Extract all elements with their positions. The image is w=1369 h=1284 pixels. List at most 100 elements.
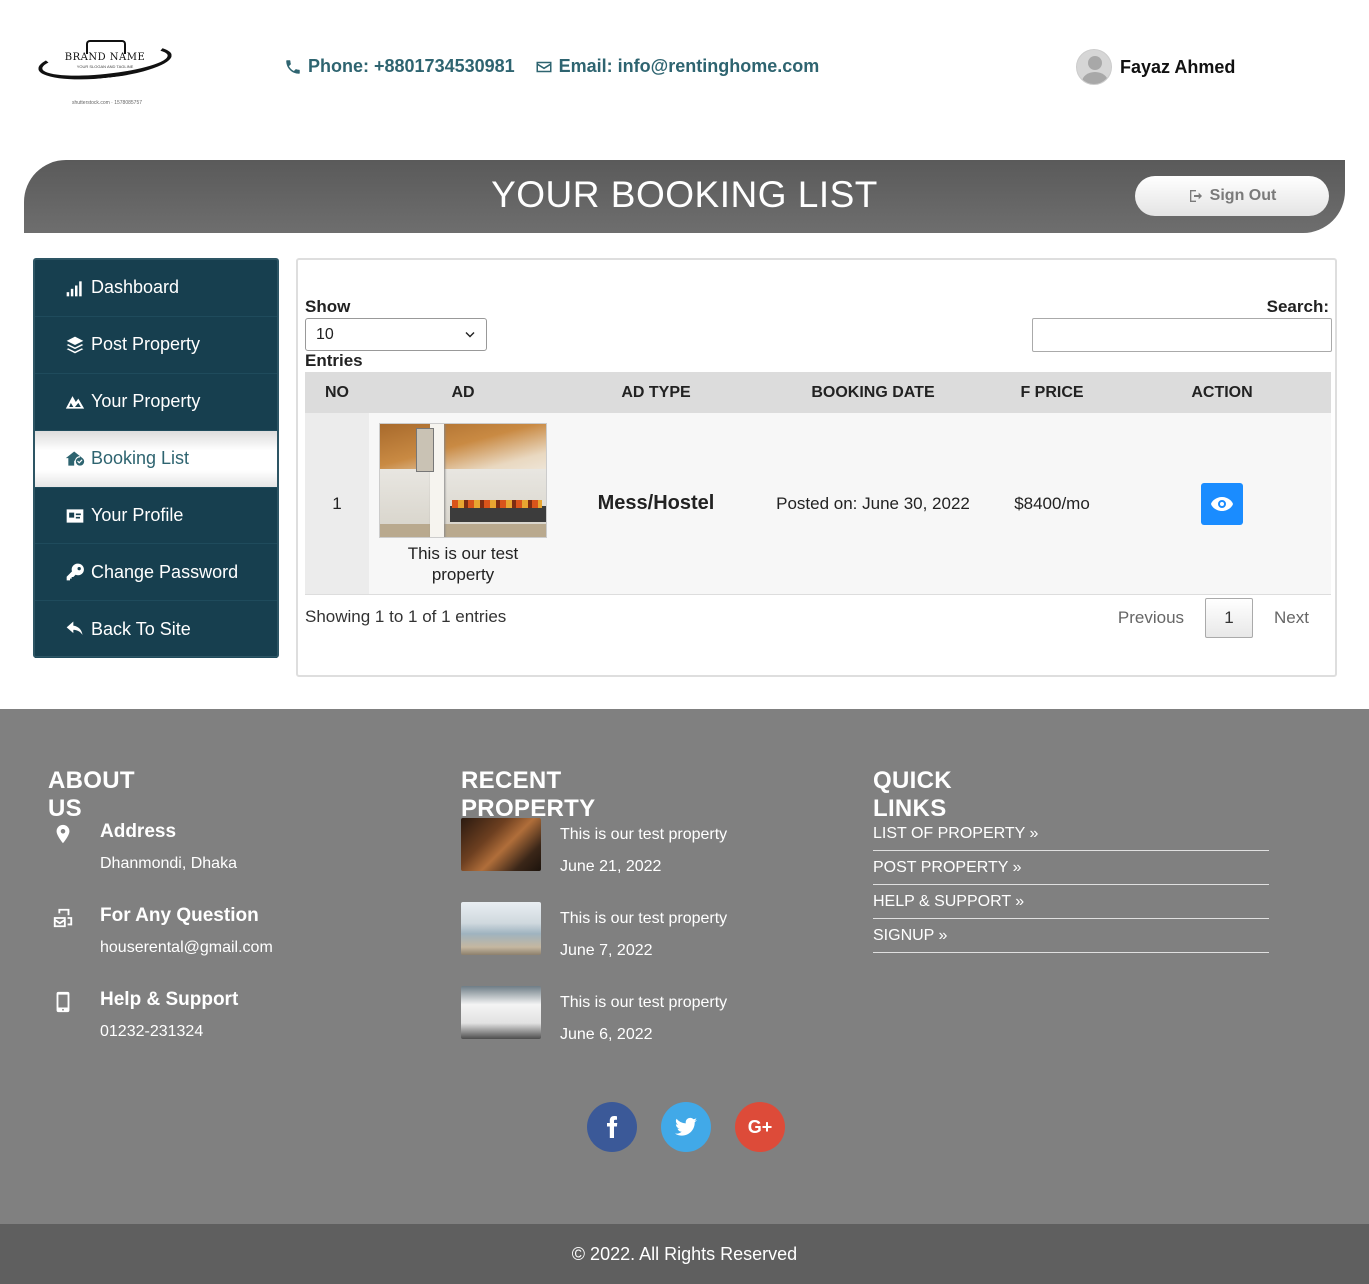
id-card-icon: [66, 508, 84, 523]
search-input[interactable]: [1032, 318, 1332, 352]
email-contact[interactable]: Email: info@rentinghome.com: [535, 56, 819, 77]
about-title: ABOUT US: [48, 767, 135, 822]
sidebar-item-label: Back To Site: [91, 618, 191, 639]
quick-link-help-support[interactable]: HELP & SUPPORT »: [873, 885, 1269, 919]
ad-title: This is our test property: [407, 543, 519, 584]
social-links: G+: [587, 1102, 785, 1152]
phone-contact[interactable]: Phone: +8801734530981: [284, 56, 515, 77]
ad-cell: This is our test property: [369, 422, 557, 585]
previous-page-button[interactable]: Previous: [1097, 608, 1205, 628]
table-header: NO AD AD TYPE BOOKING DATE F PRICE ACTIO…: [305, 372, 1331, 413]
sidebar-item-back-to-site[interactable]: Back To Site: [35, 601, 277, 659]
brand-tagline: YOUR SLOGAN AND TAGLINE: [76, 64, 134, 69]
sidebar-item-dashboard[interactable]: Dashboard: [35, 260, 277, 317]
table-row: 1 This is our test property Mess/Hostel …: [305, 413, 1331, 595]
question-value[interactable]: houserental@gmail.com: [100, 939, 273, 957]
brand-name: BRAND NAME: [64, 52, 146, 63]
sidebar-item-post-property[interactable]: Post Property: [35, 317, 277, 374]
sign-out-button[interactable]: Sign Out: [1135, 176, 1329, 216]
next-page-button[interactable]: Next: [1253, 608, 1321, 628]
pagination: Previous 1 Next: [1097, 598, 1321, 638]
column-header-booking-date[interactable]: BOOKING DATE: [755, 384, 991, 402]
ad-type: Mess/Hostel: [597, 492, 715, 514]
sidebar: Dashboard Post Property Your Property Bo…: [33, 258, 279, 659]
user-menu[interactable]: Fayaz Ahmed: [1076, 49, 1235, 85]
footer: ABOUT US Address Dhanmondi, Dhaka For An…: [0, 709, 1369, 1224]
sidebar-item-label: Dashboard: [91, 277, 180, 298]
recent-property-item[interactable]: This is our test property June 7, 2022: [461, 902, 781, 962]
recent-property-date: June 7, 2022: [560, 942, 653, 959]
avatar-head: [1088, 56, 1102, 70]
entries-label: Entries: [305, 351, 363, 370]
facebook-button[interactable]: [587, 1102, 637, 1152]
row-number: 1: [305, 413, 369, 594]
quick-link-post-property[interactable]: POST PROPERTY »: [873, 851, 1269, 885]
recent-property-item[interactable]: This is our test property June 6, 2022: [461, 986, 781, 1046]
recent-property-date: June 21, 2022: [560, 858, 662, 875]
home-check-icon: [65, 451, 85, 466]
sidebar-item-label: Your Profile: [91, 505, 184, 525]
recent-property-title[interactable]: This is our test property: [560, 994, 727, 1012]
facebook-icon: [607, 1116, 618, 1138]
recent-property-thumbnail[interactable]: [461, 818, 541, 871]
chevron-down-icon: [465, 331, 475, 337]
price: $8400/mo: [1014, 493, 1090, 513]
recent-title: RECENT PROPERTY: [461, 767, 596, 822]
copyright-text: © 2022. All Rights Reserved: [571, 1244, 798, 1264]
signal-bars-icon: [66, 281, 82, 297]
view-button[interactable]: [1201, 482, 1243, 525]
sidebar-item-label: Booking List: [91, 448, 190, 469]
user-name: Fayaz Ahmed: [1120, 56, 1236, 77]
brand-logo[interactable]: BRAND NAME YOUR SLOGAN AND TAGLINE shutt…: [34, 39, 176, 112]
sidebar-item-label: Change Password: [91, 561, 239, 582]
sidebar-item-your-property[interactable]: Your Property: [35, 374, 277, 431]
support-value: 01232-231324: [100, 1023, 204, 1040]
quick-link-signup[interactable]: SIGNUP »: [873, 919, 1269, 953]
stock-caption: shutterstock.com · 1578085757: [71, 100, 143, 106]
recent-property-title[interactable]: This is our test property: [560, 910, 727, 928]
quick-link-list-of-property[interactable]: LIST OF PROPERTY »: [873, 817, 1269, 851]
thumb-board: [416, 427, 434, 472]
column-header-action[interactable]: ACTION: [1113, 384, 1331, 402]
twitter-button[interactable]: [661, 1102, 711, 1152]
show-label: Show: [305, 297, 351, 316]
quick-links-title: QUICK LINKS: [873, 767, 952, 822]
contact-info: Phone: +8801734530981 Email: info@rentin…: [284, 56, 819, 77]
sidebar-item-change-password[interactable]: Change Password: [35, 544, 277, 602]
support-title: Help & Support: [100, 989, 239, 1010]
recent-property-thumbnail[interactable]: [461, 986, 541, 1039]
sign-out-label: Sign Out: [1209, 187, 1277, 204]
entries-select[interactable]: 10: [305, 318, 487, 351]
recent-property-date: June 6, 2022: [560, 1026, 653, 1043]
sidebar-item-booking-list[interactable]: Booking List: [35, 430, 277, 488]
eye-icon: [1211, 496, 1233, 511]
copyright-bar: © 2022. All Rights Reserved: [0, 1224, 1369, 1284]
phone-text: Phone: +8801734530981: [308, 56, 515, 76]
location-pin-icon: [56, 824, 70, 844]
avatar[interactable]: [1076, 49, 1112, 85]
google-plus-icon: G+: [747, 1116, 773, 1137]
recent-property-thumbnail[interactable]: [461, 902, 541, 955]
thumb-floor: [380, 523, 546, 537]
column-header-ad-type[interactable]: AD TYPE: [557, 384, 755, 402]
recent-property-title[interactable]: This is our test property: [560, 826, 727, 844]
column-header-ad[interactable]: AD: [369, 384, 557, 402]
recent-property-item[interactable]: This is our test property June 21, 2022: [461, 818, 781, 878]
key-icon: [66, 564, 84, 581]
column-header-no[interactable]: NO: [305, 384, 369, 402]
page-banner: YOUR BOOKING LIST Sign Out: [24, 160, 1345, 233]
envelope-icon: [536, 61, 552, 72]
address-value: Dhanmondi, Dhaka: [100, 855, 237, 872]
page-1-button[interactable]: 1: [1205, 598, 1254, 638]
sidebar-item-label: Your Property: [91, 391, 201, 412]
table-info: Showing 1 to 1 of 1 entries: [305, 607, 507, 626]
google-plus-button[interactable]: G+: [735, 1102, 785, 1152]
avatar-body: [1082, 72, 1108, 84]
sidebar-item-your-profile[interactable]: Your Profile: [35, 488, 277, 545]
ad-thumbnail[interactable]: [379, 422, 547, 538]
mobile-icon: [56, 991, 70, 1013]
booking-date: Posted on: June 30, 2022: [776, 493, 970, 513]
column-header-price[interactable]: F PRICE: [991, 384, 1113, 402]
mountain-icon: [65, 395, 85, 409]
twitter-icon: [675, 1117, 697, 1136]
